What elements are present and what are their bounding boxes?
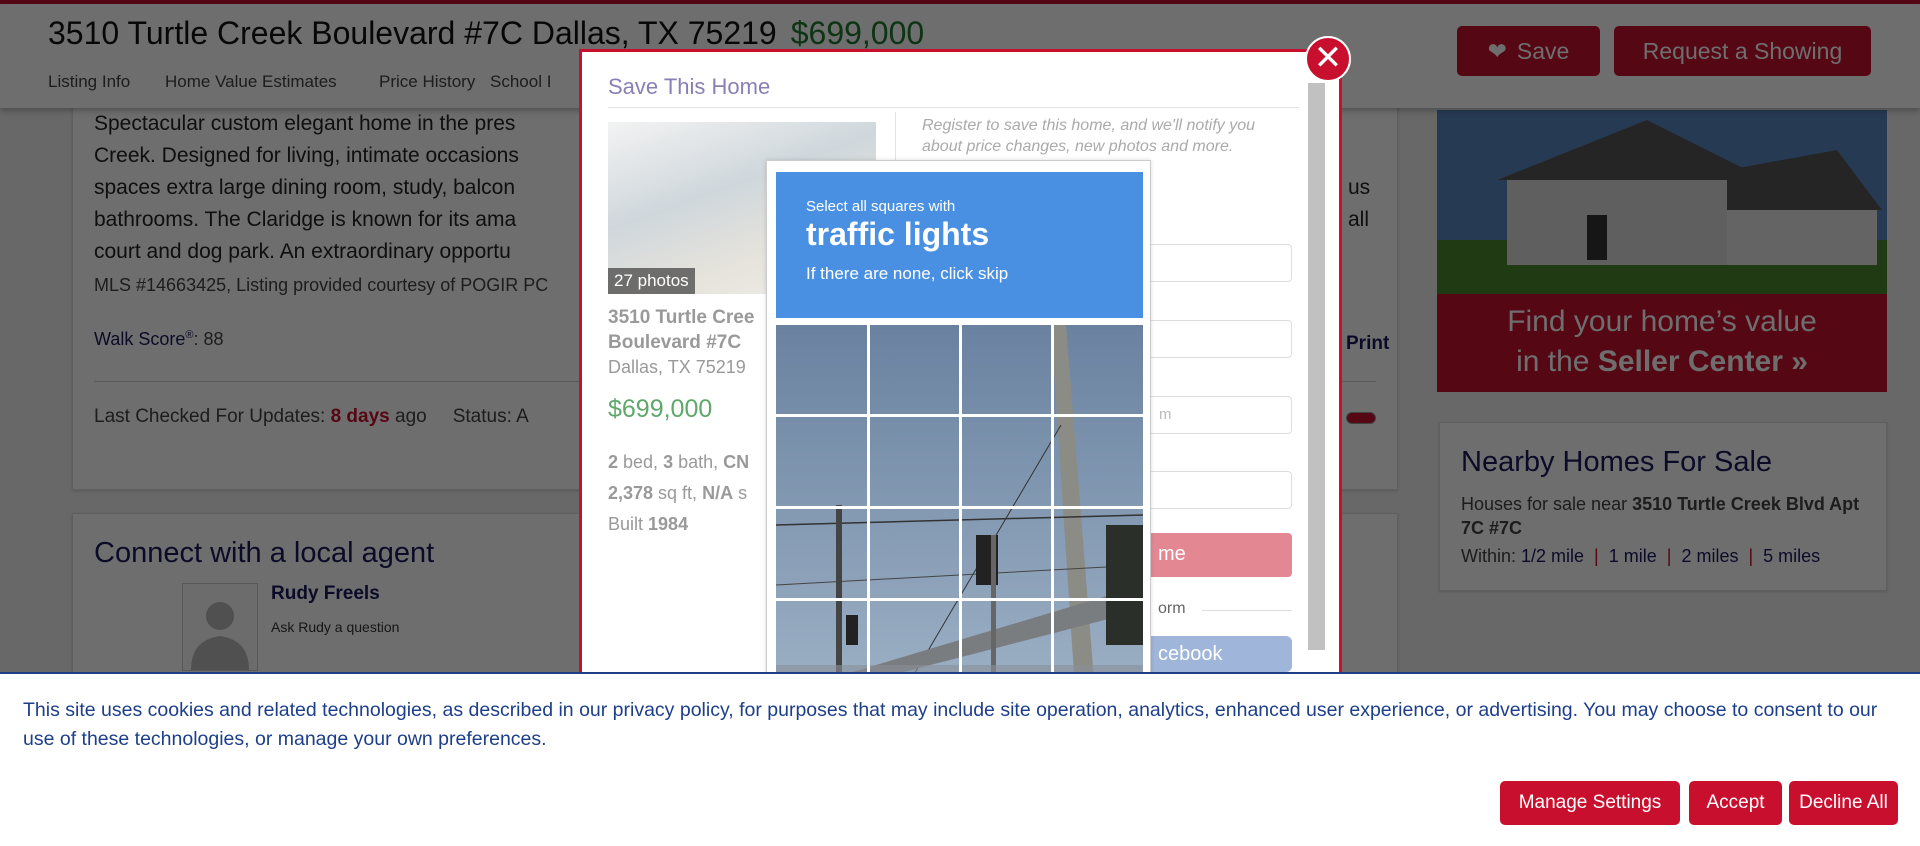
listing-title: 3510 Turtle Creek Boulevard #7C Dallas, … <box>48 16 924 50</box>
register-text: Register to save this home, and we'll no… <box>922 117 1255 155</box>
modal-address: 3510 Turtle Cree Boulevard #7C <box>608 307 755 353</box>
modal-facts: 2 bed, 3 bath, CN 2,378 sq ft, N/A s Bui… <box>608 452 750 534</box>
grid-line <box>776 414 1143 417</box>
tab-listing-info[interactable]: Listing Info <box>48 72 130 92</box>
nearby-text: Houses for sale near 3510 Turtle Creek B… <box>1461 494 1860 538</box>
print-link[interactable]: Print <box>1346 333 1389 355</box>
tab-price-history[interactable]: Price History <box>379 72 475 92</box>
grid-line <box>776 506 1143 509</box>
cookie-text: This site uses cookies and related techn… <box>23 699 1878 750</box>
nearby-heading: Nearby Homes For Sale <box>1461 446 1773 478</box>
grid-line <box>776 598 1143 601</box>
banner-line-1: Find your home’s value <box>1507 305 1817 338</box>
nearby-within: Within: 1/2 mile | 1 mile | 2 miles | 5 miles <box>1461 546 1821 566</box>
manage-settings-button[interactable]: Manage Settings <box>1500 781 1680 825</box>
save-label: Save <box>1516 37 1570 64</box>
description-line: bathrooms. The Claridge is known for its… <box>94 208 517 231</box>
divider <box>608 107 1299 108</box>
status-bar <box>1346 412 1376 424</box>
captcha-skip-hint: If there are none, click skip <box>806 264 1009 283</box>
tab-school-info[interactable]: School I <box>490 72 551 92</box>
request-showing-button[interactable]: Request a Showing <box>1614 26 1871 76</box>
or-divider-text: orm <box>1158 600 1186 617</box>
divider <box>1202 610 1292 611</box>
grid-line <box>1051 325 1054 705</box>
tab-home-value-estimates[interactable]: Home Value Estimates <box>165 72 337 92</box>
description-line: court and dog park. An extraordinary opp… <box>94 240 511 263</box>
description-fragment: us <box>1348 176 1371 199</box>
save-button[interactable]: ❤ Save <box>1457 26 1600 76</box>
seller-center-banner[interactable]: Find your home’s value in the Seller Cen… <box>1437 110 1887 392</box>
address: 3510 Turtle Creek Boulevard #7C Dallas, … <box>48 15 777 51</box>
captcha-challenge: Select all squares with traffic lights I… <box>766 160 1151 705</box>
accept-cookies-button[interactable]: Accept <box>1689 781 1782 825</box>
walk-score[interactable]: Walk Score®: 88 <box>94 329 224 350</box>
modal-price: $699,000 <box>608 395 713 423</box>
grid-line <box>959 325 962 705</box>
description-line: Creek. Designed for living, intimate occ… <box>94 144 519 167</box>
agent-name[interactable]: Rudy Freels <box>271 583 380 605</box>
close-icon: ✕ <box>1313 39 1343 77</box>
listing-price: $699,000 <box>790 15 925 51</box>
radius-1-mile[interactable]: 1 mile <box>1609 546 1657 566</box>
banner-line-2: in the Seller Center » <box>1516 345 1808 378</box>
captcha-target: traffic lights <box>806 216 990 252</box>
mls-info: MLS #14663425, Listing provided courtesy… <box>94 275 549 295</box>
description-line: Spectacular custom elegant home in the p… <box>94 112 516 135</box>
radius-half-mile[interactable]: 1/2 mile <box>1521 546 1584 566</box>
agent-avatar[interactable] <box>182 583 258 671</box>
person-icon <box>191 602 249 670</box>
close-modal-button[interactable]: ✕ <box>1305 36 1351 82</box>
description-fragment: all <box>1348 208 1370 231</box>
agent-heading: Connect with a local agent <box>94 537 435 569</box>
photo-count-badge: 27 photos <box>608 268 695 294</box>
heart-icon: ❤ <box>1487 37 1507 64</box>
grid-line <box>867 325 870 705</box>
decline-all-button[interactable]: Decline All <box>1789 781 1898 825</box>
radius-5-miles[interactable]: 5 miles <box>1763 546 1820 566</box>
modal-city: Dallas, TX 75219 <box>608 357 746 377</box>
last-checked: Last Checked For Updates: 8 days ago Stat… <box>94 406 529 427</box>
ask-agent-link[interactable]: Ask Rudy a question <box>271 619 399 635</box>
captcha-instruction: Select all squares with <box>806 198 956 215</box>
modal-title: Save This Home <box>608 74 771 99</box>
description-line: spaces extra large dining room, study, b… <box>94 176 516 199</box>
captcha-header: Select all squares with traffic lights I… <box>776 172 1143 318</box>
radius-2-miles[interactable]: 2 miles <box>1681 546 1738 566</box>
cookie-banner: This site uses cookies and related techn… <box>0 672 1920 846</box>
captcha-image-grid[interactable] <box>776 325 1143 705</box>
modal-scrollbar[interactable] <box>1308 83 1325 650</box>
house-photo <box>1437 110 1887 294</box>
